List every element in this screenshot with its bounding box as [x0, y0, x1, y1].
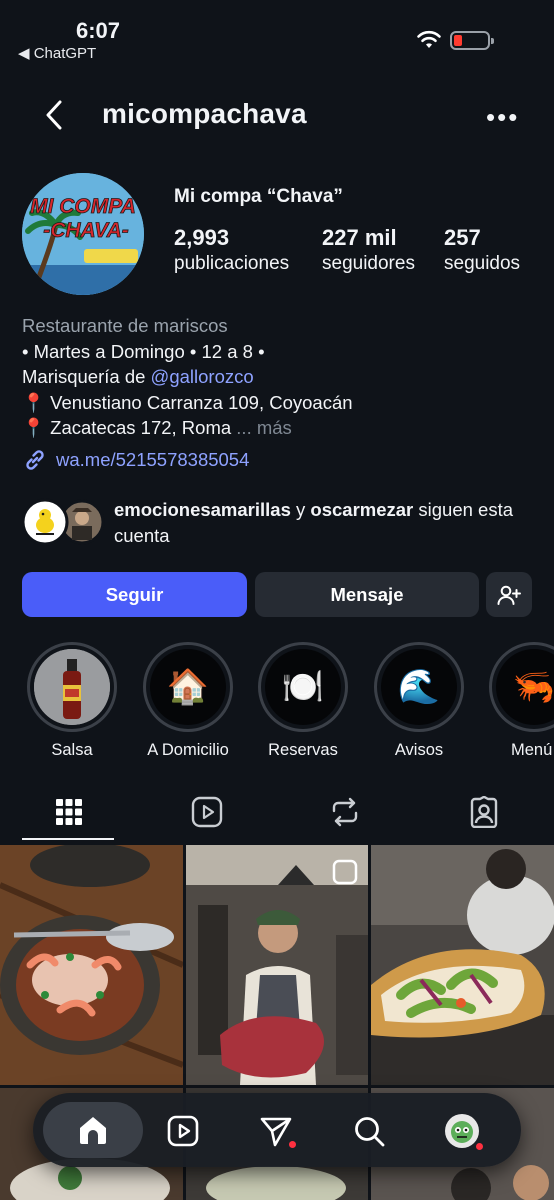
bio-category: Restaurante de mariscos — [22, 315, 228, 336]
highlight-ring: 🌊 — [374, 642, 464, 732]
avatar-text-line2: -CHAVA- — [43, 219, 129, 242]
stat-posts-value: 2,993 — [174, 225, 230, 250]
post-thumbnail[interactable] — [371, 845, 554, 1085]
nav-reels-button[interactable] — [163, 1111, 203, 1151]
link-icon — [26, 450, 44, 470]
tab-reposts[interactable] — [325, 792, 365, 832]
bio-address-1: 📍 Venustiano Carranza 109, Coyoacán — [22, 391, 353, 413]
profile-bio: Restaurante de mariscos • Martes a Domin… — [22, 313, 542, 441]
wave-icon: 🌊 — [381, 649, 457, 725]
stat-posts-label: publicaciones — [174, 253, 290, 274]
stat-posts[interactable]: 2,993 publicaciones — [174, 225, 289, 275]
nav-search-button[interactable] — [349, 1111, 389, 1151]
bio-more-link[interactable]: ... más — [236, 417, 292, 438]
more-options-icon[interactable]: ••• — [486, 102, 519, 133]
highlight-salsa-thumb — [34, 649, 110, 725]
stat-followers[interactable]: 227 mil seguidores — [322, 225, 415, 275]
wifi-icon — [417, 30, 441, 48]
mutual-followers-text[interactable]: emocionesamarillas y oscarmezar siguen e… — [114, 497, 534, 549]
grid-icon — [56, 799, 82, 825]
profile-avatar[interactable]: MI COMPA -CHAVA- — [22, 173, 144, 295]
post-thumbnail[interactable] — [0, 845, 183, 1085]
highlight-ring: 🦐 — [489, 642, 554, 732]
back-to-app-link[interactable]: ◀ ChatGPT — [18, 44, 96, 62]
post-thumbnail[interactable] — [186, 845, 368, 1085]
tab-posts-grid[interactable] — [49, 792, 89, 832]
message-button[interactable]: Mensaje — [255, 572, 479, 617]
notification-dot — [289, 1141, 296, 1148]
highlight-label: Salsa — [51, 741, 93, 759]
highlight-ring: 🍽️ — [258, 642, 348, 732]
highlight-ring: 🏠 — [143, 642, 233, 732]
bio-address-2: 📍 Zacatecas 172, Roma — [22, 417, 232, 438]
mutual-user-1[interactable]: emocionesamarillas — [114, 499, 291, 520]
status-time: 6:07 — [76, 18, 121, 43]
active-tab-indicator — [22, 838, 114, 840]
highlight-ring — [27, 642, 117, 732]
send-icon — [260, 1117, 292, 1147]
shrimp-icon: 🦐 — [496, 649, 554, 725]
bio-owner-prefix: Marisquería de — [22, 366, 151, 387]
reels-icon — [191, 796, 223, 828]
stat-following-value: 257 — [444, 225, 481, 250]
mutual-connector: y — [290, 499, 311, 520]
bio-hours: • Martes a Domingo • 12 a 8 • — [22, 340, 265, 362]
notification-dot — [476, 1143, 483, 1150]
highlight-avisos[interactable]: 🌊 Avisos — [373, 642, 465, 760]
house-icon: 🏠 — [150, 649, 226, 725]
bio-external-link[interactable]: wa.me/5215578385054 — [22, 447, 249, 473]
profile-username: micompachava — [102, 98, 307, 129]
back-chevron-icon[interactable] — [40, 98, 72, 132]
hot-sauce-icon — [34, 649, 110, 725]
highlight-label: Menú — [511, 741, 553, 759]
highlight-reservas[interactable]: 🍽️ Reservas — [257, 642, 349, 760]
nav-home-button[interactable] — [43, 1102, 143, 1158]
plate-cutlery-icon: 🍽️ — [265, 649, 341, 725]
nav-direct-button[interactable] — [256, 1111, 296, 1151]
bio-address-2-line: 📍 Zacatecas 172, Roma ... más — [22, 415, 542, 441]
tagged-person-icon — [470, 796, 498, 828]
stat-following-label: seguidos — [444, 253, 521, 274]
tab-reels[interactable] — [187, 792, 227, 832]
search-icon — [355, 1117, 385, 1147]
battery-icon — [450, 31, 494, 50]
nav-profile-button[interactable] — [442, 1111, 483, 1151]
bio-link-text: wa.me/5215578385054 — [56, 449, 250, 470]
stat-followers-label: seguidores — [322, 253, 415, 274]
mutual-followers-avatars[interactable] — [21, 498, 106, 546]
highlight-menu[interactable]: 🦐 Menú — [489, 642, 554, 760]
highlight-label: Reservas — [268, 741, 338, 759]
tab-tagged[interactable] — [464, 792, 504, 832]
suggested-users-button[interactable] — [486, 572, 532, 617]
highlight-label: Avisos — [394, 741, 444, 759]
mutual-user-2[interactable]: oscarmezar — [310, 499, 413, 520]
bio-mention-link[interactable]: @gallorozco — [151, 366, 254, 387]
follow-button[interactable]: Seguir — [22, 572, 247, 617]
reels-icon — [167, 1115, 199, 1147]
highlight-label: A Domicilio — [147, 741, 229, 759]
display-name: Mi compa “Chava” — [174, 186, 343, 207]
stat-followers-value: 227 mil — [322, 225, 397, 250]
highlight-salsa[interactable]: Salsa — [26, 642, 118, 760]
highlight-a-domicilio[interactable]: 🏠 A Domicilio — [142, 642, 234, 760]
bio-owner-line: Marisquería de @gallorozco — [22, 364, 542, 390]
repost-icon — [332, 797, 358, 827]
avatar-text-line1: MI COMPA — [30, 195, 136, 218]
home-icon — [80, 1117, 106, 1144]
add-person-icon — [497, 585, 521, 605]
stat-following[interactable]: 257 seguidos — [444, 225, 520, 275]
profile-avatar-icon — [445, 1114, 479, 1148]
